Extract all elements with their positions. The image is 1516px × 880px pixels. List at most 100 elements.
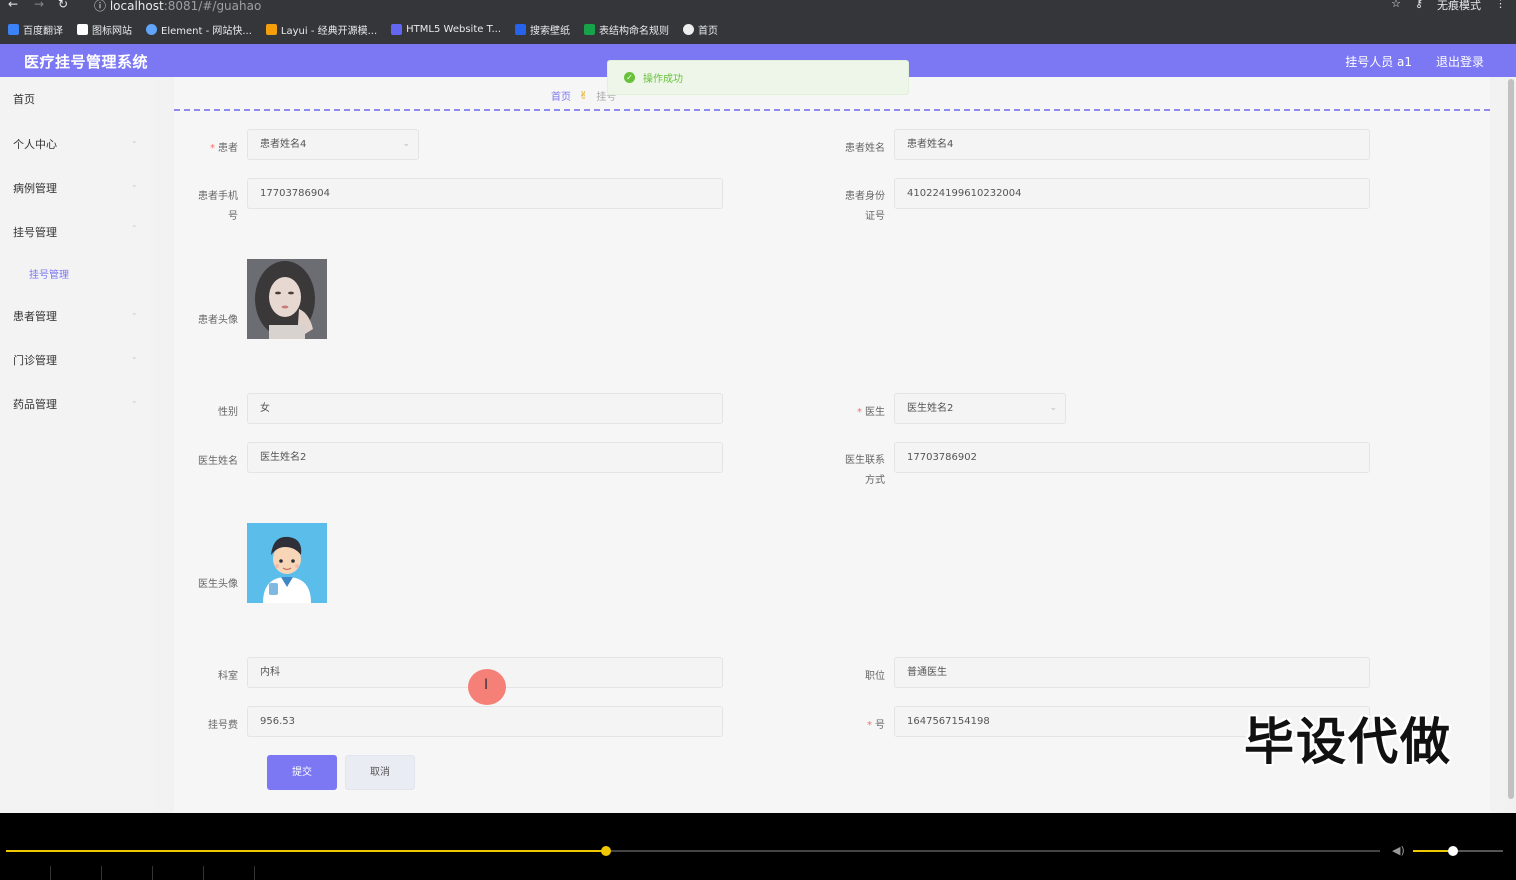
bookmarks-bar: 百度翻译 图标网站 Element - 网站快... Layui - 经典开源模… xyxy=(0,14,1516,44)
text-cursor-icon: I xyxy=(484,677,489,693)
doctor-label: * 医生 xyxy=(857,407,885,418)
chevron-down-icon: ⌄ xyxy=(1049,403,1057,413)
number-label: * 号 xyxy=(867,720,885,731)
bookmark-item[interactable]: 搜索壁纸 xyxy=(515,22,570,37)
bookmark-item[interactable]: 图标网站 xyxy=(77,22,132,37)
main-content: 首页 ✌ 挂号 * 患者 患者姓名4 ⌄ 患者姓名 患者姓名4 患者手机号 1770… xyxy=(154,77,1516,813)
patient-name-label: 患者姓名 xyxy=(845,143,885,154)
sidebar-item-home[interactable]: 首页 xyxy=(13,91,35,107)
element-icon xyxy=(146,23,157,35)
progress-fill xyxy=(6,850,607,852)
forward-icon[interactable]: → xyxy=(34,0,44,11)
table-icon xyxy=(584,23,596,35)
success-toast: ✓ 操作成功 xyxy=(607,60,909,95)
chevron-down-icon: ⌄ xyxy=(131,308,138,317)
form-panel: 首页 ✌ 挂号 * 患者 患者姓名4 ⌄ 患者姓名 患者姓名4 患者手机号 1770… xyxy=(174,77,1490,813)
chevron-down-icon: ⌄ xyxy=(402,139,410,149)
taskbar-divider xyxy=(203,866,204,880)
doctor-contact-label: 医生联系 方式 xyxy=(845,455,885,486)
html5-icon xyxy=(391,23,403,35)
patient-select[interactable]: 患者姓名4 ⌄ xyxy=(247,129,419,160)
volume-knob[interactable] xyxy=(1447,846,1458,856)
doctor-avatar-label: 医生头像 xyxy=(198,579,238,590)
taskbar-divider xyxy=(101,866,102,880)
url-host: localhost xyxy=(109,0,164,13)
taskbar-divider xyxy=(50,866,51,880)
divider xyxy=(174,109,1490,111)
bookmark-item[interactable]: Element - 网站快... xyxy=(146,22,252,37)
patient-avatar-label: 患者头像 xyxy=(198,315,238,326)
app-title: 医疗挂号管理系统 xyxy=(24,53,149,71)
menu-icon[interactable]: ⋮ xyxy=(1495,0,1506,13)
url-path: :8081/#/guahao xyxy=(163,0,262,13)
submit-button[interactable]: 提交 xyxy=(267,755,337,790)
sidebar: 首页 个人中心 ⌄ 病例管理 ⌄ 挂号管理 ⌃ 挂号管理 患者管理 ⌄ 门诊管理 ⌄ 药品… xyxy=(0,77,154,813)
back-icon[interactable]: ← xyxy=(8,0,18,11)
bookmark-item[interactable]: Layui - 经典开源模... xyxy=(265,22,377,37)
sidebar-item-drugs[interactable]: 药品管理 ⌄ xyxy=(13,396,138,412)
browser-toolbar: ← → ↻ ⓘ localhost:8081/#/guahao ☆ ⚷ 无痕模式… xyxy=(0,0,1516,14)
bookmark-item[interactable]: 表结构命名规则 xyxy=(584,22,669,37)
fee-label: 挂号费 xyxy=(208,720,238,731)
chevron-down-icon: ⌄ xyxy=(131,396,138,405)
breadcrumb-home[interactable]: 首页 xyxy=(551,88,571,103)
doctor-name-field[interactable]: 医生姓名2 xyxy=(247,442,723,473)
sidebar-subitem-registration[interactable]: 挂号管理 xyxy=(29,266,69,281)
logout-button[interactable]: 退出登录 xyxy=(1436,53,1484,70)
sidebar-item-patients[interactable]: 患者管理 ⌄ xyxy=(13,308,138,324)
toast-message: 操作成功 xyxy=(643,74,683,85)
globe-icon xyxy=(683,23,695,35)
current-user: 挂号人员 a1 xyxy=(1345,55,1412,69)
address-bar[interactable]: ⓘ localhost:8081/#/guahao xyxy=(94,0,261,14)
bookmark-item[interactable]: HTML5 Website T... xyxy=(391,23,501,35)
department-label: 科室 xyxy=(218,671,238,682)
incognito-label[interactable]: 无痕模式 xyxy=(1437,0,1481,13)
patient-id-field[interactable]: 410224199610232004 xyxy=(894,178,1370,209)
progress-track[interactable] xyxy=(6,846,1380,856)
gender-field[interactable]: 女 xyxy=(247,393,723,424)
sidebar-item-cases[interactable]: 病例管理 ⌄ xyxy=(13,180,138,196)
flag-icon xyxy=(77,23,88,35)
volume-icon[interactable]: ◀) xyxy=(1392,844,1405,857)
gender-label: 性别 xyxy=(218,407,238,418)
patient-phone-label: 患者手机号 xyxy=(198,191,238,222)
position-label: 职位 xyxy=(865,671,885,682)
chevron-up-icon: ⌃ xyxy=(131,224,138,233)
chevron-down-icon: ⌄ xyxy=(131,136,138,145)
volume-fill xyxy=(1413,850,1453,852)
patient-phone-field[interactable]: 17703786904 xyxy=(247,178,723,209)
taskbar-divider xyxy=(254,866,255,880)
star-icon[interactable]: ☆ xyxy=(1391,0,1401,13)
video-player-bar: ◀) xyxy=(0,813,1516,880)
scrollbar-thumb[interactable] xyxy=(1508,79,1514,799)
position-field[interactable]: 普通医生 xyxy=(894,657,1370,688)
key-icon[interactable]: ⚷ xyxy=(1415,0,1423,13)
layui-icon xyxy=(265,23,277,35)
scrollbar[interactable] xyxy=(1506,77,1516,813)
doctor-avatar-image[interactable] xyxy=(247,523,327,603)
wallpaper-icon xyxy=(515,23,527,35)
progress-knob[interactable] xyxy=(601,846,612,856)
translate-icon xyxy=(8,23,19,35)
doctor-contact-field[interactable]: 17703786902 xyxy=(894,442,1370,473)
bookmark-item[interactable]: 首页 xyxy=(683,22,718,37)
taskbar-divider xyxy=(152,866,153,880)
fee-field[interactable]: 956.53 xyxy=(247,706,723,737)
hand-icon: ✌ xyxy=(579,89,589,102)
bookmark-item[interactable]: 百度翻译 xyxy=(8,22,63,37)
patient-name-field[interactable]: 患者姓名4 xyxy=(894,129,1370,160)
patient-label: * 患者 xyxy=(210,143,238,154)
chevron-down-icon: ⌄ xyxy=(131,180,138,189)
patient-id-label: 患者身份 证号 xyxy=(845,191,885,222)
sidebar-item-registration[interactable]: 挂号管理 ⌃ xyxy=(13,224,138,240)
sidebar-item-clinic[interactable]: 门诊管理 ⌄ xyxy=(13,352,138,368)
cancel-button[interactable]: 取消 xyxy=(345,755,415,790)
info-icon: ⓘ xyxy=(94,0,107,13)
check-circle-icon: ✓ xyxy=(624,72,635,83)
reload-icon[interactable]: ↻ xyxy=(58,0,68,11)
sidebar-item-profile[interactable]: 个人中心 ⌄ xyxy=(13,136,138,152)
watermark: 毕设代做 xyxy=(1244,713,1452,771)
doctor-select[interactable]: 医生姓名2 ⌄ xyxy=(894,393,1066,424)
volume-track[interactable] xyxy=(1413,846,1503,856)
patient-avatar-image[interactable] xyxy=(247,259,327,339)
